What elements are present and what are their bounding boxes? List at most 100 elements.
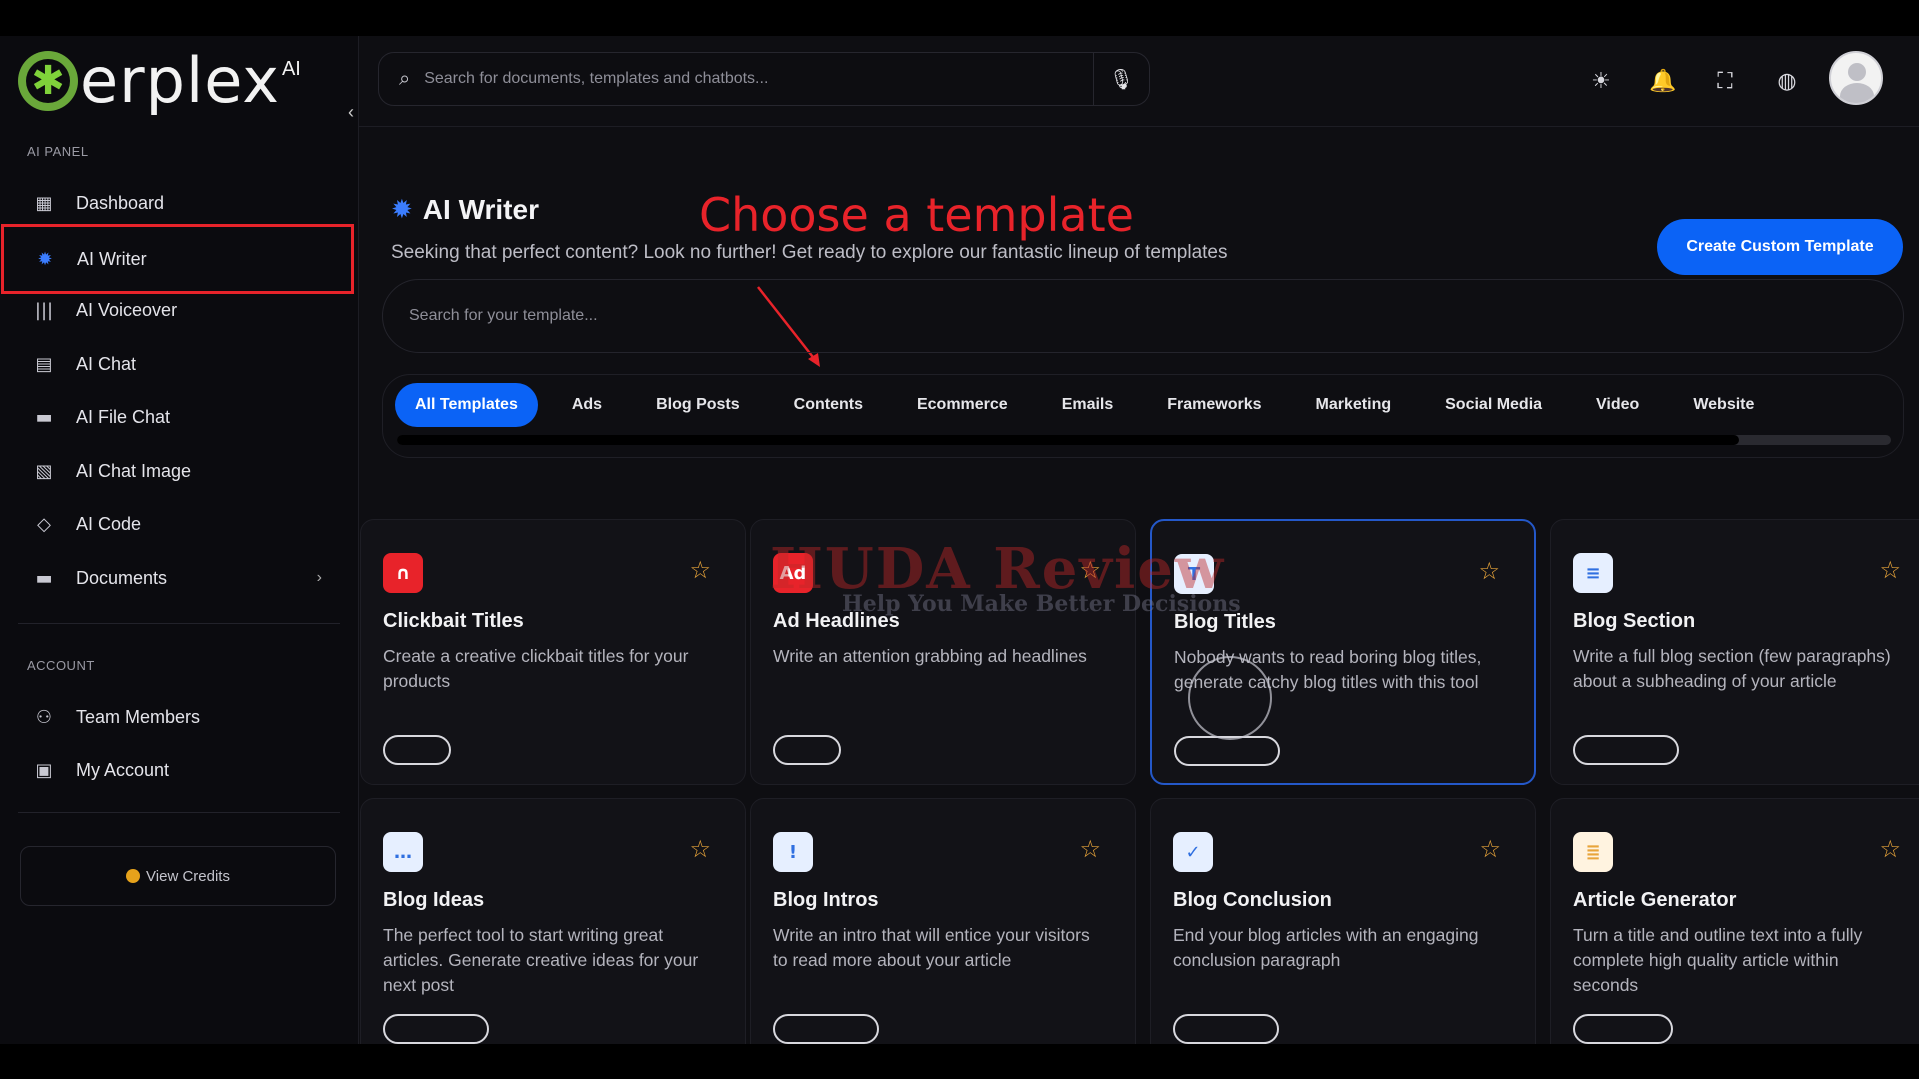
- tab-frameworks[interactable]: Frameworks: [1147, 383, 1281, 427]
- sidebar-item-label: AI Writer: [77, 248, 147, 269]
- favorite-star-icon[interactable]: ☆: [689, 556, 711, 584]
- folder-icon: ▬: [35, 406, 53, 428]
- document-icon: ≣: [1573, 832, 1613, 872]
- sidebar-item-ai-file-chat[interactable]: ▬ AI File Chat: [0, 390, 352, 444]
- template-card-title: Article Generator: [1573, 889, 1737, 911]
- watermark-tagline: Help You Make Better Decisions: [842, 591, 1241, 617]
- collapse-sidebar-chevron-icon[interactable]: ‹: [348, 102, 354, 123]
- template-card-clickbait-titles[interactable]: ∩ ☆ Clickbait Titles Create a creative clic…: [360, 519, 746, 785]
- header-divider: [359, 126, 1919, 127]
- check-icon: ✓: [1173, 832, 1213, 872]
- brand-suffix: AI: [281, 58, 301, 80]
- template-card-description: Create a creative clickbait titles for y…: [383, 646, 689, 691]
- sidebar-item-ai-voiceover[interactable]: ||| AI Voiceover: [0, 283, 352, 337]
- tab-video[interactable]: Video: [1576, 383, 1659, 427]
- template-card-button[interactable]: [1573, 1014, 1673, 1044]
- global-search-input[interactable]: [424, 70, 1065, 88]
- sidebar-item-ai-chat-image[interactable]: ▧ AI Chat Image: [0, 444, 352, 498]
- favorite-star-icon[interactable]: ☆: [1478, 557, 1500, 585]
- sidebar-item-label: Documents: [76, 567, 168, 588]
- theme-toggle-sun-icon[interactable]: ☀: [1586, 66, 1616, 96]
- sidebar-item-documents[interactable]: ▬ Documents ›: [0, 551, 352, 605]
- template-card-title: Blog Intros: [773, 889, 879, 911]
- template-card-blog-section[interactable]: ≡ ☆ Blog Section Write a full blog section …: [1550, 519, 1919, 785]
- page-title: ✹ AI Writer: [391, 194, 539, 226]
- tab-blog-posts[interactable]: Blog Posts: [636, 383, 760, 427]
- microphone-icon[interactable]: 🎙: [1093, 53, 1149, 105]
- sidebar-item-label: AI File Chat: [76, 406, 171, 427]
- template-card-button[interactable]: [383, 735, 451, 765]
- headphones-icon: ∩: [383, 553, 423, 593]
- notification-bell-icon[interactable]: 🔔: [1648, 66, 1678, 96]
- template-card-description: Turn a title and outline text into a ful…: [1573, 925, 1863, 995]
- folder-icon: ▬: [35, 567, 53, 589]
- template-card-button[interactable]: [1173, 1014, 1279, 1044]
- screen-bottom-bar: [0, 1044, 1919, 1079]
- tab-website[interactable]: Website: [1673, 383, 1774, 427]
- user-avatar[interactable]: [1829, 51, 1883, 105]
- dashboard-icon: ▦: [35, 192, 53, 214]
- sidebar-item-my-account[interactable]: ▣ My Account: [0, 743, 352, 797]
- template-card-article-generator[interactable]: ≣ ☆ Article Generator Turn a title and outl…: [1550, 798, 1919, 1044]
- sidebar-item-label: Dashboard: [76, 192, 165, 213]
- view-credits-label: View Credits: [146, 867, 230, 885]
- annotation-text: Choose a template: [699, 188, 1134, 242]
- template-card-button[interactable]: [773, 735, 841, 765]
- template-card-description: End your blog articles with an engaging …: [1173, 925, 1479, 970]
- fullscreen-icon[interactable]: ⛶: [1710, 66, 1740, 96]
- tab-ecommerce[interactable]: Ecommerce: [897, 383, 1028, 427]
- favorite-star-icon[interactable]: ☆: [1079, 835, 1101, 863]
- account-label: ACCOUNT: [27, 658, 95, 673]
- template-card-blog-ideas[interactable]: … ☆ Blog Ideas The perfect tool to start wr…: [360, 798, 746, 1044]
- alert-bubble-icon: !: [773, 832, 813, 872]
- template-card-description: Write an attention grabbing ad headlines: [773, 646, 1087, 666]
- template-card-title: Blog Conclusion: [1173, 889, 1332, 911]
- template-card-button[interactable]: [383, 1014, 489, 1044]
- template-card-title: Blog Section: [1573, 610, 1696, 632]
- template-card-button[interactable]: [1174, 736, 1280, 766]
- sidebar-item-label: AI Code: [76, 513, 142, 534]
- sidebar-divider: [18, 623, 340, 624]
- create-custom-template-button[interactable]: Create Custom Template: [1657, 219, 1903, 275]
- brand-logo[interactable]: ✱ erplex AI: [18, 46, 301, 116]
- template-card-button[interactable]: [773, 1014, 879, 1044]
- favorite-star-icon[interactable]: ☆: [1479, 835, 1501, 863]
- global-search-bar: ⌕ 🎙: [378, 52, 1150, 106]
- template-card-blog-conclusion[interactable]: ✓ ☆ Blog Conclusion End your blog articles …: [1150, 798, 1536, 1044]
- message-icon: ≡: [1573, 553, 1613, 593]
- favorite-star-icon[interactable]: ☆: [1879, 556, 1901, 584]
- tab-marketing[interactable]: Marketing: [1296, 383, 1412, 427]
- tab-all-templates[interactable]: All Templates: [395, 383, 538, 427]
- tab-ads[interactable]: Ads: [552, 383, 622, 427]
- sidebar-item-ai-code[interactable]: ◇ AI Code: [0, 497, 352, 551]
- brand-name: erplex: [80, 44, 280, 117]
- favorite-star-icon[interactable]: ☆: [689, 835, 711, 863]
- chat-bubble-icon: …: [383, 832, 423, 872]
- view-credits-button[interactable]: View Credits: [20, 846, 336, 906]
- sidebar-item-label: AI Chat Image: [76, 460, 192, 481]
- cursor-highlight-ring: [1188, 656, 1272, 740]
- sidebar-item-team-members[interactable]: ⚇ Team Members: [0, 690, 352, 744]
- search-icon: ⌕: [399, 67, 411, 90]
- tab-emails[interactable]: Emails: [1042, 383, 1134, 427]
- language-globe-icon[interactable]: ◍: [1772, 66, 1802, 96]
- gear-icon: ✹: [37, 248, 53, 270]
- sidebar-item-ai-chat[interactable]: ▤ AI Chat: [0, 337, 352, 391]
- waveform-icon: |||: [34, 299, 54, 321]
- template-card-blog-intros[interactable]: ! ☆ Blog Intros Write an intro that will en…: [750, 798, 1136, 1044]
- team-icon: ⚇: [35, 706, 53, 728]
- template-card-description: The perfect tool to start writing great …: [383, 925, 699, 995]
- template-search-input[interactable]: [409, 307, 1309, 325]
- gear-icon: ✹: [391, 195, 413, 225]
- sidebar-item-dashboard[interactable]: ▦ Dashboard: [0, 176, 352, 230]
- tabs-scrollbar-thumb[interactable]: [397, 435, 1739, 445]
- sidebar-item-label: My Account: [76, 759, 170, 780]
- tab-social-media[interactable]: Social Media: [1425, 383, 1562, 427]
- chat-icon: ▤: [35, 353, 53, 375]
- template-card-button[interactable]: [1573, 735, 1679, 765]
- sidebar-divider: [18, 812, 340, 813]
- favorite-star-icon[interactable]: ☆: [1879, 835, 1901, 863]
- template-card-title: Clickbait Titles: [383, 610, 524, 632]
- tab-contents[interactable]: Contents: [774, 383, 883, 427]
- sidebar: ✱ erplex AI ‹ AI PANEL ▦ Dashboard ✹ AI …: [0, 36, 359, 1044]
